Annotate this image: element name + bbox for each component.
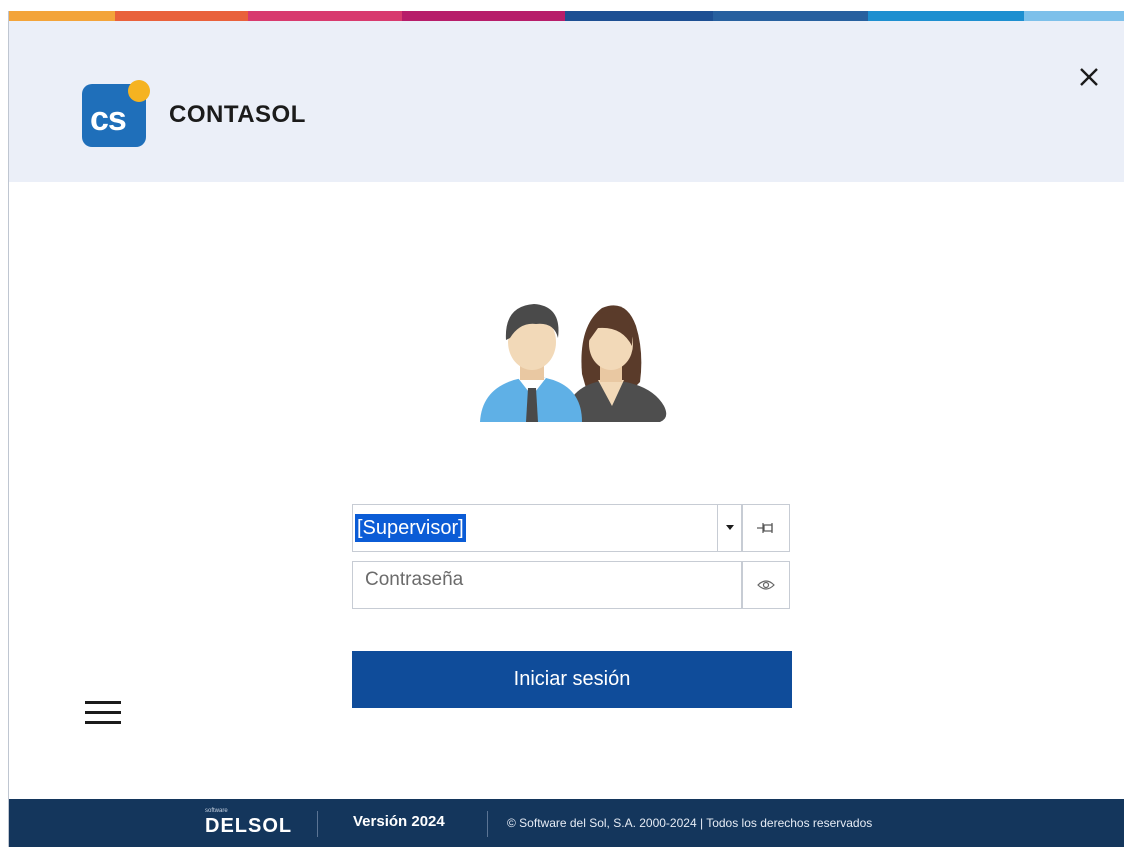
users-icon <box>480 304 667 422</box>
header: cs CONTASOL <box>9 21 1124 182</box>
footer-divider <box>487 811 488 837</box>
close-icon <box>1080 68 1098 86</box>
close-button[interactable] <box>1071 59 1107 95</box>
password-input[interactable] <box>353 562 741 608</box>
version-label: Versión 2024 <box>353 813 445 830</box>
delsol-logo: software DELSOL <box>205 808 291 838</box>
password-field[interactable] <box>352 561 742 609</box>
accent-bar <box>9 11 1124 21</box>
chevron-down-icon <box>726 525 734 530</box>
user-select[interactable]: [Supervisor] <box>352 504 742 552</box>
user-select-value[interactable]: [Supervisor] <box>355 514 466 542</box>
contasol-logo: cs <box>82 80 151 147</box>
brand-small-text: software <box>205 808 228 814</box>
hamburger-menu-icon <box>85 701 121 724</box>
users-avatar <box>474 256 670 456</box>
copyright-text: © Software del Sol, S.A. 2000-2024 | Tod… <box>507 816 873 830</box>
pin-user-button[interactable] <box>742 504 790 552</box>
footer: software DELSOL Versión 2024 © Software … <box>9 799 1124 847</box>
login-button[interactable]: Iniciar sesión <box>352 651 792 708</box>
menu-button[interactable] <box>85 697 121 727</box>
pin-icon <box>757 523 773 533</box>
show-password-button[interactable] <box>742 561 790 609</box>
logo-text: cs <box>90 100 127 138</box>
login-window: cs CONTASOL [Supervisor] Iniciar sesión … <box>8 11 1124 847</box>
app-title: CONTASOL <box>169 101 306 128</box>
brand-text: DELSOL <box>205 815 293 837</box>
footer-divider <box>317 811 318 837</box>
eye-icon <box>757 580 775 590</box>
user-dropdown-button[interactable] <box>717 505 742 551</box>
